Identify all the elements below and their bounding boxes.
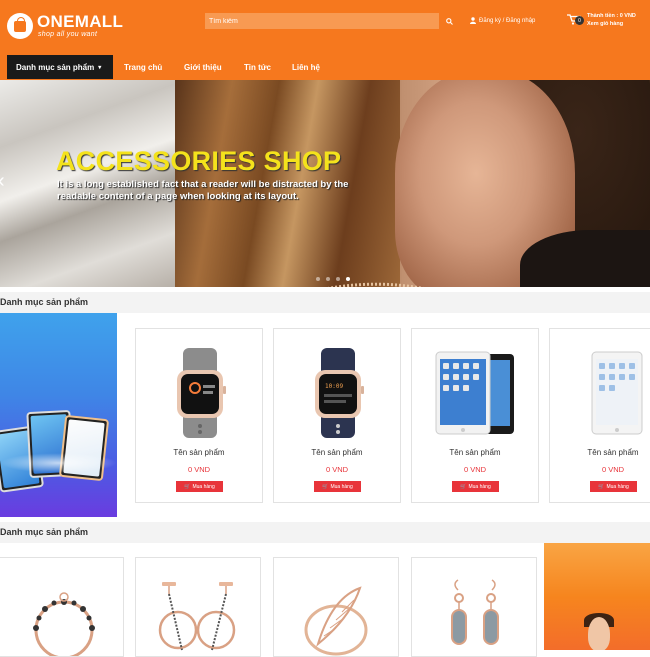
product-name[interactable]: Tên sản phẩm — [274, 448, 400, 457]
section-title[interactable]: Danh mục sản phẩm — [0, 527, 88, 537]
tablet-image — [591, 351, 643, 435]
nav-link-contact[interactable]: Liên hệ — [292, 55, 320, 79]
product-card[interactable] — [411, 557, 537, 657]
buy-button-label: Mua hàng — [468, 483, 491, 490]
cart-icon: 🛒 — [184, 483, 191, 490]
site-header: ONEMALL shop all you want Đăng ký / Đăng… — [0, 0, 650, 80]
buy-button[interactable]: 🛒 Mua hàng — [452, 481, 499, 492]
product-image[interactable] — [432, 344, 520, 442]
hero-banner[interactable]: ‹ ACCESSORIES SHOP It is a long establis… — [0, 80, 650, 287]
product-card[interactable]: 10:09 Tên sản phẩm 0 VND 🛒 Mua hàng — [273, 328, 401, 503]
cart-view-link[interactable]: Xem giỏ hàng — [587, 20, 650, 28]
buy-button-label: Mua hàng — [192, 483, 215, 490]
model-face — [588, 617, 610, 650]
product-card[interactable] — [135, 557, 261, 657]
main-nav: Danh mục sản phẩm ▾ Trang chủ Giới thiệu… — [0, 55, 650, 80]
product-card[interactable]: Tên sản phẩm 0 VND 🛒 Mua hàng — [411, 328, 539, 503]
brand-tagline: shop all you want — [38, 31, 98, 38]
nav-link-news[interactable]: Tin tức — [244, 55, 271, 79]
promo-phones-image[interactable] — [0, 313, 117, 517]
product-price: 0 VND — [325, 465, 349, 474]
product-card[interactable]: Tên sản phẩm 0 VND 🛒 Mua hàng — [135, 328, 263, 503]
watch-image — [177, 348, 226, 438]
logo-bag-icon[interactable] — [7, 13, 33, 39]
buy-button-label: Mua hàng — [330, 483, 353, 490]
product-card[interactable]: Tên sản phẩm 0 VND 🛒 Mua hàng — [549, 328, 650, 503]
earrings-image — [158, 582, 236, 651]
product-name[interactable]: Tên sản phẩm — [136, 448, 262, 457]
banner-prev-arrow[interactable]: ‹ — [0, 170, 5, 193]
product-image[interactable] — [570, 344, 650, 442]
brand-name[interactable]: ONEMALL — [37, 12, 123, 32]
banner-dot[interactable] — [326, 277, 330, 281]
product-price: 0 VND — [463, 465, 487, 474]
section-header: Danh mục sản phẩm — [0, 522, 650, 543]
ring-image — [304, 586, 368, 656]
user-icon — [470, 17, 476, 24]
product-price: 0 VND — [601, 465, 625, 474]
section-header: Danh mục sản phẩm — [0, 292, 650, 313]
product-image[interactable]: 10:09 — [294, 344, 382, 442]
buy-button[interactable]: 🛒 Mua hàng — [314, 481, 361, 492]
bracelet-image — [33, 592, 95, 656]
login-link[interactable]: Đăng ký / Đăng nhập — [470, 17, 535, 24]
cart-count-badge: 0 — [575, 16, 584, 25]
banner-dot[interactable] — [316, 277, 320, 281]
svg-text:10:09: 10:09 — [325, 383, 343, 390]
section-title[interactable]: Danh mục sản phẩm — [0, 297, 88, 307]
buy-button[interactable]: 🛒 Mua hàng — [590, 481, 637, 492]
cart-total: Thành tiền : 0 VND — [587, 13, 636, 19]
nav-link-home[interactable]: Trang chủ — [124, 55, 162, 79]
banner-title: ACCESSORIES SHOP — [56, 146, 342, 176]
category-menu-label: Danh mục sản phẩm — [16, 62, 95, 72]
product-card[interactable] — [0, 557, 124, 657]
promo-model-image[interactable] — [544, 543, 650, 650]
banner-dot[interactable] — [336, 277, 340, 281]
banner-pagination — [316, 277, 350, 281]
category-menu-button[interactable]: Danh mục sản phẩm ▾ — [7, 55, 113, 79]
cart-summary: Thành tiền : 0 VND Xem giỏ hàng — [587, 12, 650, 28]
banner-dot-active[interactable] — [346, 277, 350, 281]
search-input[interactable] — [205, 13, 439, 29]
buy-button[interactable]: 🛒 Mua hàng — [176, 481, 223, 492]
product-name[interactable]: Tên sản phẩm — [412, 448, 538, 457]
caret-down-icon: ▾ — [98, 64, 102, 71]
buy-button-label: Mua hàng — [606, 483, 629, 490]
product-name[interactable]: Tên sản phẩm — [550, 448, 650, 457]
watch-image: 10:09 — [315, 348, 364, 438]
drop-earrings-image — [451, 579, 499, 645]
tablet-image — [435, 351, 514, 435]
banner-text: It is a long established fact that a rea… — [57, 179, 349, 202]
splash-effect — [0, 453, 117, 473]
product-image[interactable] — [156, 344, 244, 442]
product-card[interactable] — [273, 557, 399, 657]
cart-icon: 🛒 — [460, 483, 467, 490]
banner-bracelet — [328, 282, 424, 287]
cart-icon: 🛒 — [598, 483, 605, 490]
login-label: Đăng ký / Đăng nhập — [479, 17, 536, 24]
nav-link-about[interactable]: Giới thiệu — [184, 55, 222, 79]
product-price: 0 VND — [187, 465, 211, 474]
search-button[interactable] — [442, 13, 456, 29]
search-icon — [445, 17, 453, 25]
cart-icon: 🛒 — [322, 483, 329, 490]
